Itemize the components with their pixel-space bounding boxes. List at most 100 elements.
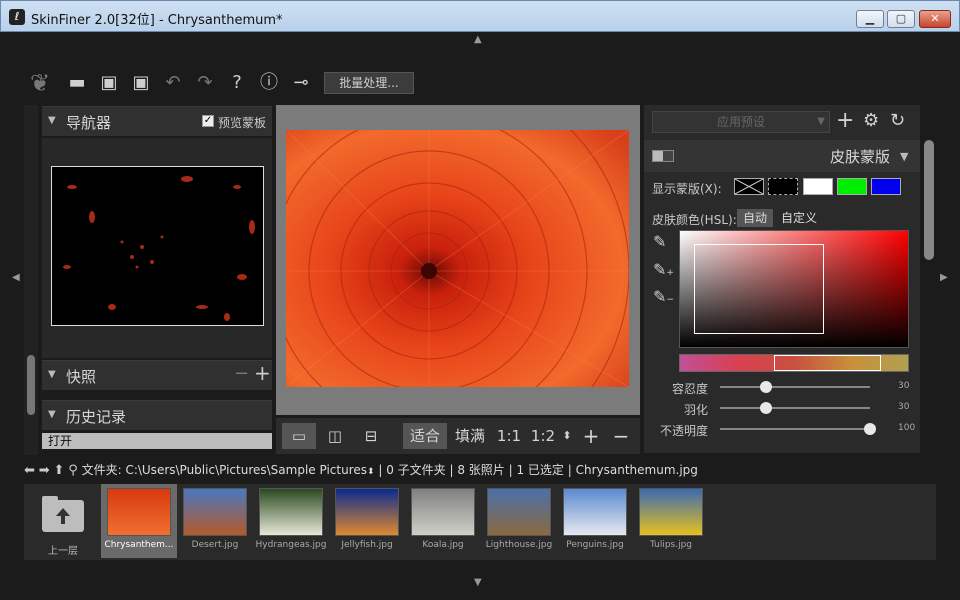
thumbnail-image xyxy=(487,488,551,536)
photo-count: 8 张照片 xyxy=(457,463,505,477)
collapse-top-icon[interactable]: ▲ xyxy=(474,34,482,45)
mask-swatch-white[interactable] xyxy=(803,178,833,195)
zoom-in-icon[interactable]: + xyxy=(580,423,602,449)
refresh-icon[interactable]: ↻ xyxy=(890,109,905,133)
feather-slider[interactable] xyxy=(720,407,870,409)
opacity-knob[interactable] xyxy=(864,423,876,435)
zoom-1-2-button[interactable]: 1:2 xyxy=(528,423,558,449)
info-icon[interactable]: ⓘ xyxy=(258,68,280,98)
filmstrip-thumbnail[interactable]: Desert.jpg xyxy=(177,484,253,558)
minimize-button[interactable]: ▁ xyxy=(856,10,884,28)
plugin-icon[interactable]: ⊸ xyxy=(290,68,312,98)
snapshots-header[interactable]: ▼ 快照 − + xyxy=(42,360,272,390)
up-folder-label: 上一层 xyxy=(48,546,78,557)
folder-path[interactable]: C:\Users\Public\Pictures\Sample Pictures xyxy=(125,463,367,477)
caret-down-icon[interactable]: ▼ xyxy=(900,150,908,163)
opacity-slider[interactable] xyxy=(720,428,870,430)
hue-range[interactable] xyxy=(774,355,881,371)
back-arrow-icon[interactable]: ⬅ xyxy=(24,463,35,478)
skin-color-label: 皮肤颜色(HSL): xyxy=(652,213,737,227)
thumbnail-image xyxy=(639,488,703,536)
feather-logo-icon: ❦ xyxy=(29,69,51,97)
chevron-down-icon: ▼ xyxy=(817,116,825,127)
main-photo[interactable] xyxy=(286,130,629,387)
caret-down-icon: ▼ xyxy=(48,369,56,380)
preset-dropdown[interactable]: 应用预设 ▼ xyxy=(652,111,830,133)
fit-button[interactable]: 适合 xyxy=(403,423,447,449)
filmstrip-thumbnail[interactable]: Hydrangeas.jpg xyxy=(253,484,329,558)
preview-mask-checkbox[interactable]: ✓ xyxy=(202,115,214,127)
collapse-right-icon[interactable]: ▶ xyxy=(940,272,948,283)
mask-swatch-black[interactable] xyxy=(768,178,798,195)
save-icon[interactable]: ▣ xyxy=(98,68,120,98)
tolerance-slider[interactable] xyxy=(720,386,870,388)
eyedropper-remove-icon[interactable]: ✎− xyxy=(653,287,674,306)
thumbnail-image xyxy=(183,488,247,536)
left-scrollbar[interactable] xyxy=(24,105,38,455)
preset-placeholder: 应用预设 xyxy=(716,115,765,129)
batch-process-button[interactable]: 批量处理... xyxy=(324,72,414,94)
redo-icon[interactable]: ↷ xyxy=(194,68,216,98)
forward-arrow-icon[interactable]: ➡ xyxy=(39,463,50,478)
thumbnail-image xyxy=(563,488,627,536)
eyedropper-icon[interactable]: ✎ xyxy=(653,232,666,251)
filmstrip-thumbnail[interactable]: Jellyfish.jpg xyxy=(329,484,405,558)
history-item[interactable]: 打开 xyxy=(42,433,272,449)
custom-button[interactable]: 自定义 xyxy=(775,209,823,227)
add-preset-icon[interactable]: + xyxy=(836,109,854,133)
filmstrip-thumbnail[interactable]: Penguins.jpg xyxy=(557,484,633,558)
title-bar: ℓ SkinFiner 2.0[32位] - Chrysanthemum* ▁ … xyxy=(0,0,960,32)
subfolder-count: 0 子文件夹 xyxy=(386,463,446,477)
eyedropper-add-icon[interactable]: ✎+ xyxy=(653,260,674,279)
mask-swatch-blue[interactable] xyxy=(871,178,901,195)
mask-swatch-green[interactable] xyxy=(837,178,867,195)
navigator-title: 导航器 xyxy=(66,114,112,132)
single-view-button[interactable]: ▭ xyxy=(282,423,316,449)
tolerance-knob[interactable] xyxy=(760,381,772,393)
folder-open-icon[interactable]: ▬ xyxy=(66,68,88,98)
maximize-button[interactable]: ▢ xyxy=(887,10,915,28)
fill-button[interactable]: 填满 xyxy=(450,423,490,449)
skin-mask-toggle[interactable] xyxy=(652,150,674,162)
search-icon[interactable]: ⚲ xyxy=(68,463,78,478)
skin-color-range[interactable] xyxy=(694,244,824,334)
thumbnail-image xyxy=(335,488,399,536)
thumbnail-label: Lighthouse.jpg xyxy=(485,540,553,550)
help-icon[interactable]: ? xyxy=(226,68,248,98)
zoom-stepper-icon[interactable]: ⬍ xyxy=(560,423,574,449)
thumbnail-label: Penguins.jpg xyxy=(566,540,624,550)
history-header[interactable]: ▼ 历史记录 xyxy=(42,400,272,430)
filmstrip-thumbnail[interactable]: Lighthouse.jpg xyxy=(481,484,557,558)
tolerance-value: 30 xyxy=(898,381,910,391)
collapse-bottom-icon[interactable]: ▼ xyxy=(474,577,482,588)
filmstrip-thumbnail[interactable]: Chrysanthem... xyxy=(101,484,177,558)
zoom-1-1-button[interactable]: 1:1 xyxy=(494,423,524,449)
opacity-value: 100 xyxy=(898,423,916,433)
selected-count: 1 已选定 xyxy=(516,463,564,477)
current-file: Chrysanthemum.jpg xyxy=(575,463,698,477)
auto-button[interactable]: 自动 xyxy=(737,209,774,227)
split-horizontal-button[interactable]: ⊟ xyxy=(356,423,386,449)
thumbnail-label: Jellyfish.jpg xyxy=(341,540,393,550)
feather-knob[interactable] xyxy=(760,402,772,414)
mask-swatch-none[interactable] xyxy=(734,178,764,195)
save-as-icon[interactable]: ▣ xyxy=(130,68,152,98)
add-snapshot-icon[interactable]: + xyxy=(254,361,271,385)
undo-icon[interactable]: ↶ xyxy=(162,68,184,98)
close-button[interactable]: ✕ xyxy=(919,10,951,28)
filmstrip-thumbnail[interactable]: Koala.jpg xyxy=(405,484,481,558)
gear-icon[interactable]: ⚙ xyxy=(863,109,879,133)
split-vertical-button[interactable]: ◫ xyxy=(320,423,350,449)
chevron-updown-icon[interactable]: ⬍ xyxy=(367,467,375,477)
up-arrow-icon[interactable]: ⬆ xyxy=(53,463,64,478)
up-folder-button[interactable]: 上一层 xyxy=(28,490,98,560)
right-scrollbar[interactable] xyxy=(924,140,934,260)
zoom-out-icon[interactable]: − xyxy=(610,423,632,449)
thumbnail-image xyxy=(107,488,171,536)
remove-snapshot-icon[interactable]: − xyxy=(234,363,249,384)
navigator-mask-preview[interactable] xyxy=(51,166,264,326)
filmstrip-thumbnail[interactable]: Tulips.jpg xyxy=(633,484,709,558)
collapse-left-icon[interactable]: ◀ xyxy=(12,272,20,283)
opacity-label: 不透明度 xyxy=(660,424,709,438)
history-title: 历史记录 xyxy=(66,408,127,426)
